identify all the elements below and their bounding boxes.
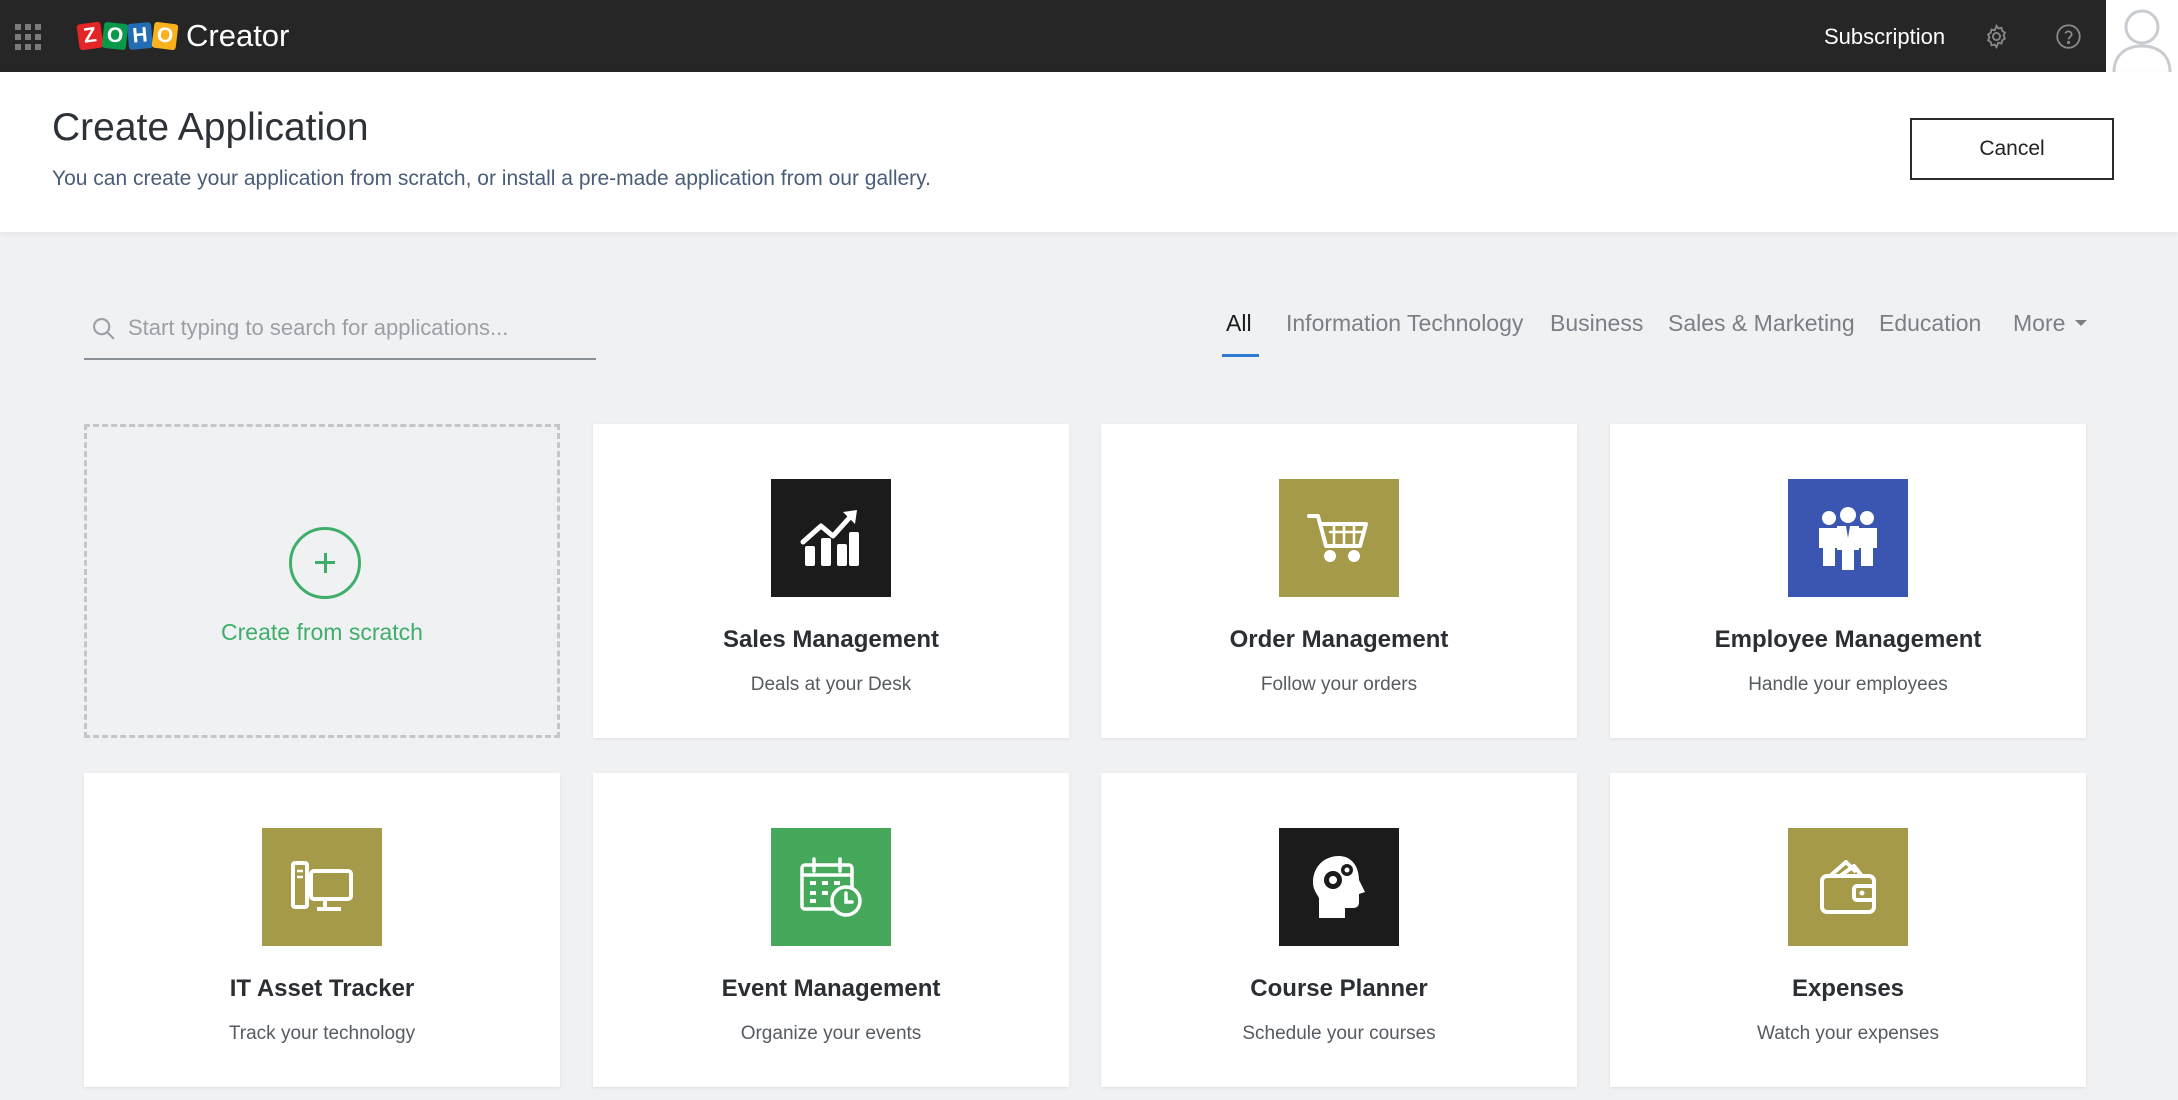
app-description: Deals at your Desk [750,674,912,695]
plus-circle-icon [289,527,361,599]
app-description: Track your technology [228,1023,416,1044]
product-name: Creator [186,18,290,53]
tab-more[interactable]: More [2013,310,2088,337]
logo-letter: O [151,21,179,51]
tab-education[interactable]: Education [1879,310,1981,337]
tab-more-label: More [2013,310,2066,336]
tab-all[interactable]: All [1226,310,1252,337]
gear-icon[interactable] [1983,23,2010,50]
top-bar: Z O H O Creator Subscription [0,0,2178,72]
app-title: Order Management [1229,626,1449,653]
wallet-icon [1788,828,1908,946]
head-gears-icon [1279,828,1399,946]
tab-sales-marketing[interactable]: Sales & Marketing [1668,310,1855,337]
app-card-order-management[interactable]: Order Management Follow your orders [1101,424,1577,738]
page-subtitle: You can create your application from scr… [52,167,931,190]
caret-down-icon [2075,319,2088,326]
app-card-it-asset-tracker[interactable]: IT Asset Tracker Track your technology [84,773,560,1087]
zoho-creator-logo[interactable]: Z O H O Creator [76,15,290,57]
calendar-clock-icon [771,828,891,946]
page-header: Create Application You can create your a… [0,72,2178,232]
app-description: Follow your orders [1260,674,1418,695]
zoho-logo-letters: Z O H O [76,21,179,51]
app-description: Watch your expenses [1757,1023,1939,1044]
app-card-event-management[interactable]: Event Management Organize your events [593,773,1069,1087]
create-from-scratch-card[interactable]: Create from scratch [84,424,560,738]
active-tab-indicator [1222,354,1259,357]
app-card-sales-management[interactable]: Sales Management Deals at your Desk [593,424,1069,738]
shopping-cart-icon [1279,479,1399,597]
page-title: Create Application [52,106,369,149]
app-card-expenses[interactable]: Expenses Watch your expenses [1610,773,2086,1087]
app-title: Course Planner [1250,975,1428,1002]
tab-information-technology[interactable]: Information Technology [1286,310,1523,337]
app-card-course-planner[interactable]: Course Planner Schedule your courses [1101,773,1577,1087]
app-description: Organize your events [740,1023,922,1044]
apps-grid-icon[interactable] [15,24,41,50]
tab-business[interactable]: Business [1550,310,1643,337]
app-description: Schedule your courses [1242,1023,1436,1044]
logo-letter: H [126,22,154,50]
chart-growth-icon [771,479,891,597]
subscription-link[interactable]: Subscription [1824,24,1945,50]
app-title: Employee Management [1714,626,1982,653]
app-title: Event Management [721,975,941,1002]
logo-letter: Z [76,21,104,51]
team-icon [1788,479,1908,597]
computer-icon [262,828,382,946]
app-title: Sales Management [722,626,940,653]
logo-letter: O [101,21,129,51]
create-from-scratch-label: Create from scratch [221,619,423,645]
app-title: Expenses [1791,975,1905,1002]
category-tabs: All Information Technology Business Sale… [0,310,2178,360]
avatar[interactable] [2106,0,2178,72]
app-card-employee-management[interactable]: Employee Management Handle your employee… [1610,424,2086,738]
app-description: Handle your employees [1748,674,1948,695]
help-icon[interactable] [2055,23,2082,50]
cancel-button[interactable]: Cancel [1910,118,2114,180]
app-title: IT Asset Tracker [229,975,415,1002]
